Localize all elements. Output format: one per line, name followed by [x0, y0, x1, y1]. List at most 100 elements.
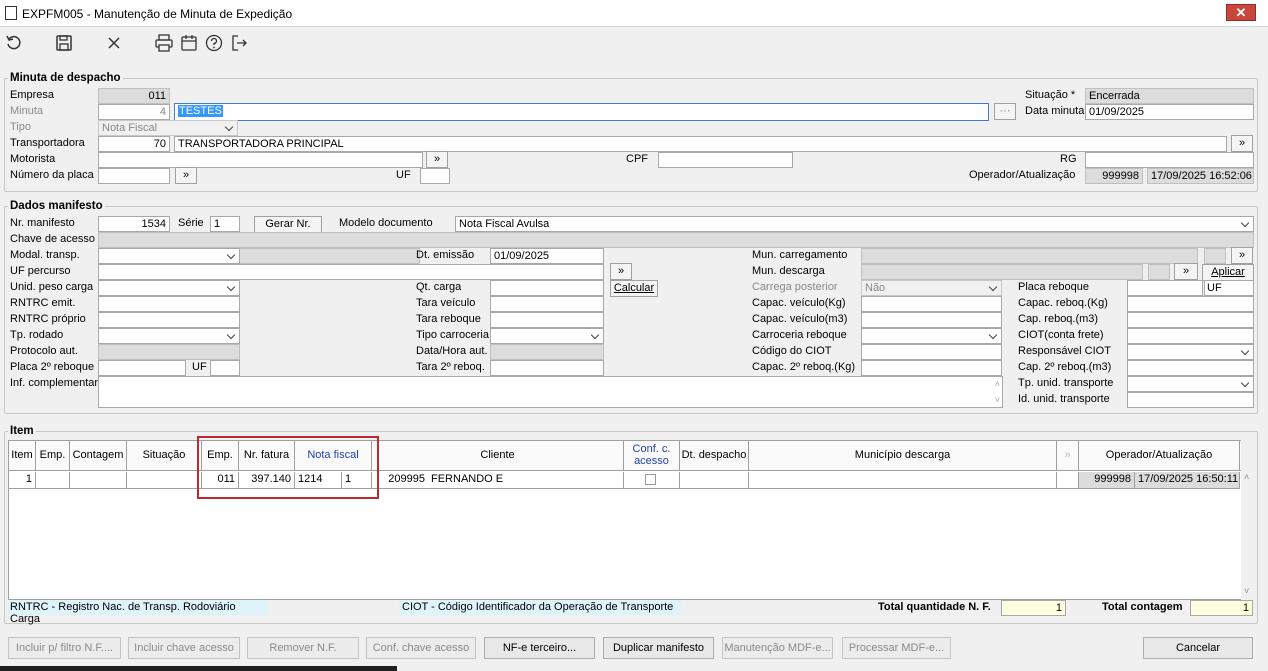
inf-complementar-field[interactable]: ˄ ˅ — [98, 376, 1003, 408]
refresh-icon[interactable] — [4, 33, 24, 53]
nr-manifesto-label: Nr. manifesto — [10, 217, 75, 229]
incluir-chave-button[interactable]: Incluir chave acesso — [128, 637, 240, 659]
cpf-field[interactable] — [658, 152, 793, 168]
col-conf-acesso[interactable]: Conf. c. acesso — [624, 440, 680, 470]
id-unid-label: Id. unid. transporte — [1018, 393, 1110, 405]
uf-percurso-button[interactable]: » — [610, 263, 632, 280]
scroll-up-icon[interactable]: ˄ — [995, 377, 1000, 391]
rg-field[interactable] — [1085, 152, 1254, 168]
cap2-m3-field[interactable] — [1127, 360, 1254, 376]
col-item[interactable]: Item — [9, 440, 36, 470]
print-icon[interactable] — [154, 33, 174, 53]
rntrc-emit-field[interactable] — [98, 296, 240, 312]
transportadora-code-field[interactable]: 70 — [98, 136, 170, 152]
manutencao-mdfe-button[interactable]: Manutenção MDF-e... — [722, 637, 833, 659]
nr-manifesto-field[interactable]: 1534 — [98, 216, 170, 232]
help-icon[interactable] — [204, 33, 224, 53]
modal-select[interactable] — [98, 248, 240, 264]
placa-lookup-button[interactable]: » — [175, 167, 197, 184]
cell-emp[interactable] — [36, 472, 70, 488]
minuta-number-field[interactable]: 4 — [98, 104, 170, 120]
dt-emissao-field[interactable]: 01/09/2025 — [490, 248, 604, 264]
mun-carreg-button[interactable]: » — [1231, 247, 1253, 264]
uf-percurso-field[interactable] — [98, 264, 604, 280]
motorista-field[interactable] — [98, 152, 423, 168]
col-cliente[interactable]: Cliente — [372, 440, 624, 470]
tara-reboque-field[interactable] — [490, 312, 604, 328]
close-button[interactable]: ✕ — [1226, 4, 1256, 21]
col-situacao[interactable]: Situação — [127, 440, 202, 470]
scroll-down-icon[interactable]: ˅ — [995, 393, 1000, 407]
cap-reb-m3-field[interactable] — [1127, 312, 1254, 328]
col-contagem[interactable]: Contagem — [70, 440, 127, 470]
serie-field[interactable]: 1 — [210, 216, 240, 232]
conf-chave-button[interactable]: Conf. chave acesso — [366, 637, 476, 659]
modelo-select[interactable]: Nota Fiscal Avulsa — [455, 216, 1254, 232]
col-municipio[interactable]: Município descarga — [749, 440, 1057, 470]
cell-dt-despacho[interactable] — [680, 472, 749, 488]
placa-reboque-field[interactable] — [1127, 280, 1203, 296]
tara-veiculo-field[interactable] — [490, 296, 604, 312]
col-filter-icon[interactable]: » — [1057, 440, 1079, 470]
placa2-uf-field[interactable] — [210, 360, 240, 376]
capac2-field[interactable] — [861, 360, 1002, 376]
capac-reb-kg-field[interactable] — [1127, 296, 1254, 312]
conf-acesso-checkbox[interactable] — [645, 474, 656, 485]
col-emp[interactable]: Emp. — [36, 440, 70, 470]
mun-desc-button[interactable]: » — [1174, 263, 1198, 280]
unid-peso-select[interactable] — [98, 280, 240, 296]
scroll-up-icon[interactable]: ˄ — [1244, 472, 1249, 482]
tara2-field[interactable] — [490, 360, 604, 376]
ciot-frete-field[interactable] — [1127, 328, 1254, 344]
qt-carga-field[interactable] — [490, 280, 604, 296]
tipo-carroceria-select[interactable] — [490, 328, 604, 344]
incluir-filtro-button[interactable]: Incluir p/ filtro N.F.... — [8, 637, 121, 659]
data-minuta-field[interactable]: 01/09/2025 — [1085, 104, 1254, 120]
cell-contagem[interactable] — [70, 472, 127, 488]
aplicar-button[interactable]: Aplicar — [1202, 264, 1254, 281]
gerar-nr-button[interactable]: Gerar Nr. — [254, 216, 322, 233]
cancelar-button[interactable]: Cancelar — [1143, 637, 1253, 659]
transportadora-lookup-button[interactable]: » — [1231, 135, 1253, 152]
resp-ciot-select[interactable] — [1127, 344, 1254, 360]
id-unid-field[interactable] — [1127, 392, 1254, 408]
transportadora-name-field[interactable]: TRANSPORTADORA PRINCIPAL — [174, 136, 1227, 152]
cell-cliente-name[interactable]: FERNANDO E — [428, 472, 624, 488]
exit-icon[interactable] — [229, 33, 249, 53]
duplicar-manifesto-button[interactable]: Duplicar manifesto — [603, 637, 714, 659]
capac-kg-field[interactable] — [861, 296, 1002, 312]
calendar-icon[interactable] — [179, 33, 199, 53]
col-operador[interactable]: Operador/Atualização — [1079, 440, 1240, 470]
carroceria-reb-select[interactable] — [861, 328, 1002, 344]
situacao-field: Encerrada — [1085, 88, 1254, 104]
cell-item[interactable]: 1 — [9, 472, 36, 488]
tp-rodado-select[interactable] — [98, 328, 240, 344]
minuta-desc-field[interactable]: TESTES — [174, 103, 989, 121]
placa-uf-field[interactable] — [420, 168, 450, 184]
cell-situacao[interactable] — [127, 472, 202, 488]
rntrc-proprio-field[interactable] — [98, 312, 240, 328]
placa2-field[interactable] — [98, 360, 186, 376]
cell-cliente-code[interactable]: 209995 — [372, 472, 428, 488]
calcular-button[interactable]: Calcular — [610, 280, 658, 297]
carrega-post-select[interactable]: Não — [861, 280, 1002, 296]
placa-field[interactable] — [98, 168, 170, 184]
scroll-down-icon[interactable]: ˅ — [1244, 586, 1249, 596]
remover-nf-button[interactable]: Remover N.F. — [247, 637, 359, 659]
protocolo-field — [98, 344, 240, 360]
date-picker-button[interactable]: ⋯ — [994, 103, 1016, 120]
tipo-select[interactable]: Nota Fiscal — [98, 120, 238, 136]
cell-municipio[interactable] — [749, 472, 1057, 488]
vertical-scrollbar[interactable]: ˄ ˅ — [1241, 440, 1256, 600]
cancel-icon[interactable] — [104, 33, 124, 53]
codigo-ciot-field[interactable] — [861, 344, 1002, 360]
processar-mdfe-button[interactable]: Processar MDF-e... — [842, 637, 951, 659]
placa-reboque-uf-field[interactable]: UF — [1204, 280, 1254, 296]
cell-conf-acesso[interactable] — [624, 472, 680, 488]
nfe-terceiro-button[interactable]: NF-e terceiro... — [484, 637, 595, 659]
save-icon[interactable] — [54, 33, 74, 53]
capac-m3-field[interactable] — [861, 312, 1002, 328]
col-dt-despacho[interactable]: Dt. despacho — [680, 440, 749, 470]
tp-unid-select[interactable] — [1127, 376, 1254, 392]
motorista-lookup-button[interactable]: » — [426, 151, 448, 168]
